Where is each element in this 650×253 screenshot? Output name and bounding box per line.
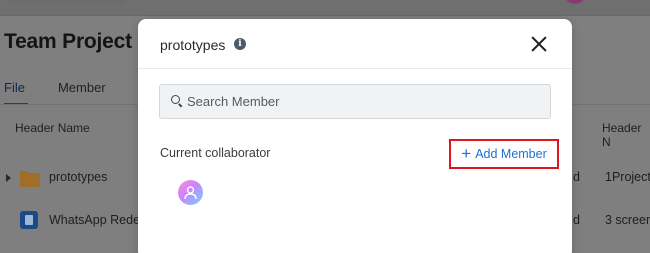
row-name: prototypes xyxy=(49,170,108,184)
tab-bar: File Member xyxy=(4,80,106,95)
row-cell: 1Project xyxy=(605,170,650,184)
row-cell: d xyxy=(573,170,580,184)
add-member-label: Add Member xyxy=(475,147,547,161)
info-icon[interactable]: i xyxy=(234,38,246,50)
expand-caret-icon[interactable] xyxy=(6,174,11,182)
top-search-field[interactable] xyxy=(6,0,126,4)
user-avatar[interactable] xyxy=(564,0,586,4)
search-icon xyxy=(171,95,182,106)
user-icon xyxy=(184,186,197,200)
column-header-right[interactable]: Header N xyxy=(602,121,650,149)
folder-icon xyxy=(20,171,40,187)
close-button[interactable] xyxy=(530,35,548,53)
row-cell: d xyxy=(573,213,580,227)
current-collaborator-label: Current collaborator xyxy=(160,146,271,160)
modal-header: prototypes i xyxy=(138,19,572,69)
top-bar xyxy=(0,0,650,16)
plus-icon: + xyxy=(461,143,472,163)
tab-file[interactable]: File xyxy=(4,80,25,95)
member-modal: prototypes i Current collaborator + Add … xyxy=(138,19,572,253)
add-member-button[interactable]: + Add Member xyxy=(449,139,559,169)
row-name: WhatsApp Rede xyxy=(49,213,141,227)
tab-member[interactable]: Member xyxy=(58,80,106,95)
member-search-box[interactable] xyxy=(159,84,551,119)
page-title: Team Project xyxy=(4,30,132,53)
app-icon xyxy=(20,211,38,229)
column-header-name[interactable]: Header Name xyxy=(15,121,90,135)
row-cell: 3 screen xyxy=(605,213,650,227)
collaborator-avatar[interactable] xyxy=(178,180,203,205)
search-input[interactable] xyxy=(187,85,537,118)
modal-title: prototypes xyxy=(160,37,226,53)
